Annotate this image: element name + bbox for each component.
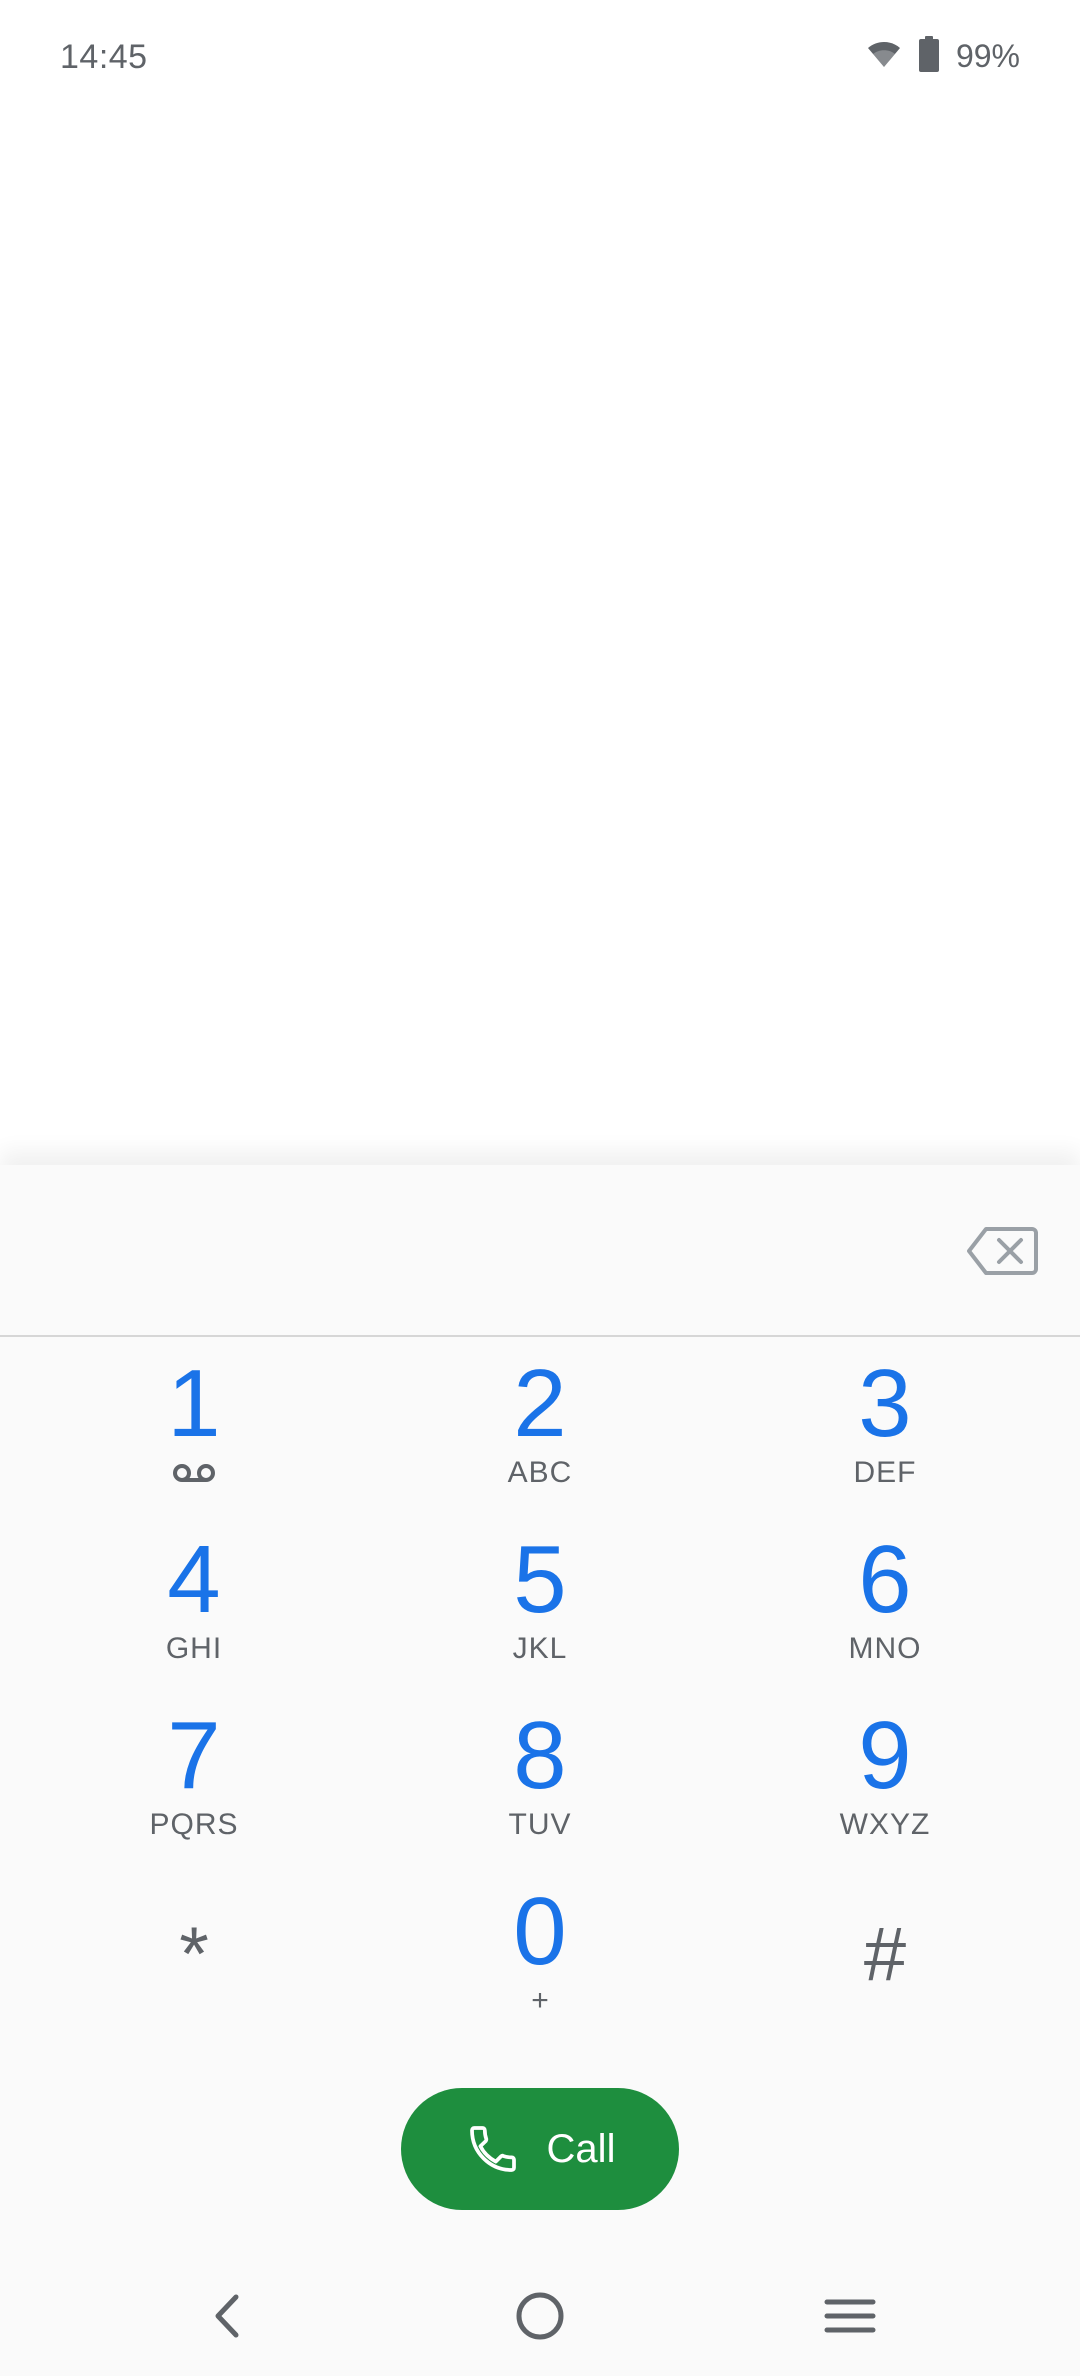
wifi-icon (866, 39, 902, 74)
battery-icon (918, 36, 940, 77)
key-digit: 1 (167, 1350, 221, 1457)
status-bar: 14:45 99% (0, 0, 1080, 120)
voicemail-icon (173, 1464, 215, 1482)
status-time: 14:45 (60, 38, 148, 76)
key-7[interactable]: 7 PQRS (44, 1700, 344, 1870)
key-digit: 6 (858, 1526, 912, 1633)
call-label: Call (546, 2126, 616, 2171)
backspace-button[interactable] (966, 1225, 1038, 1277)
key-digit: 3 (858, 1350, 912, 1457)
key-digit: 4 (167, 1526, 221, 1633)
key-5[interactable]: 5 JKL (390, 1524, 690, 1694)
key-letters: WXYZ (839, 1808, 931, 1841)
key-digit: 7 (167, 1702, 221, 1809)
key-letters: JKL (512, 1632, 568, 1665)
navigation-bar (0, 2256, 1080, 2376)
key-letters: DEF (853, 1456, 917, 1489)
key-letters: ABC (507, 1456, 573, 1489)
key-letters: MNO (848, 1632, 922, 1665)
key-0[interactable]: 0 + (390, 1876, 690, 2046)
key-9[interactable]: 9 WXYZ (735, 1700, 1035, 1870)
home-icon (516, 2292, 564, 2340)
key-8[interactable]: 8 TUV (390, 1700, 690, 1870)
key-6[interactable]: 6 MNO (735, 1524, 1035, 1694)
home-button[interactable] (500, 2276, 580, 2356)
key-3[interactable]: 3 DEF (735, 1348, 1035, 1518)
menu-button[interactable] (810, 2276, 890, 2356)
key-4[interactable]: 4 GHI (44, 1524, 344, 1694)
back-button[interactable] (188, 2276, 268, 2356)
call-button[interactable]: Call (401, 2088, 679, 2210)
key-letters: TUV (508, 1808, 572, 1841)
key-digit: 9 (858, 1702, 912, 1809)
key-digit: 0 (513, 1878, 567, 1985)
backspace-icon (967, 1227, 1038, 1275)
digits-row (0, 1165, 1080, 1337)
keypad: 1 2 ABC 3 DEF 4 GHI 5 JKL 6 MNO 7 PQRS 8… (0, 1348, 1080, 2048)
battery-percentage: 99% (955, 38, 1020, 74)
key-digit: 2 (513, 1350, 567, 1457)
key-star[interactable]: * (44, 1876, 344, 2046)
key-letters: PQRS (149, 1808, 239, 1841)
key-digit: 5 (513, 1526, 567, 1633)
dialer-screen: 14:45 99% 1 2 ABC 3 DEF 4 GHI 5 JKL 6 MN… (0, 0, 1080, 2376)
digits-input[interactable] (60, 1205, 924, 1297)
key-letters: + (531, 1984, 549, 2017)
key-digit: 8 (513, 1702, 567, 1809)
key-symbol: * (179, 1912, 209, 1997)
phone-icon (469, 2126, 516, 2172)
status-icons: 99% (866, 36, 1020, 77)
key-symbol: # (863, 1912, 907, 1997)
menu-icon (824, 2299, 876, 2333)
key-2[interactable]: 2 ABC (390, 1348, 690, 1518)
content-area (0, 120, 1080, 1165)
back-icon (215, 2294, 239, 2338)
key-letters: GHI (165, 1632, 223, 1665)
key-hash[interactable]: # (735, 1876, 1035, 2046)
key-1[interactable]: 1 (44, 1348, 344, 1518)
